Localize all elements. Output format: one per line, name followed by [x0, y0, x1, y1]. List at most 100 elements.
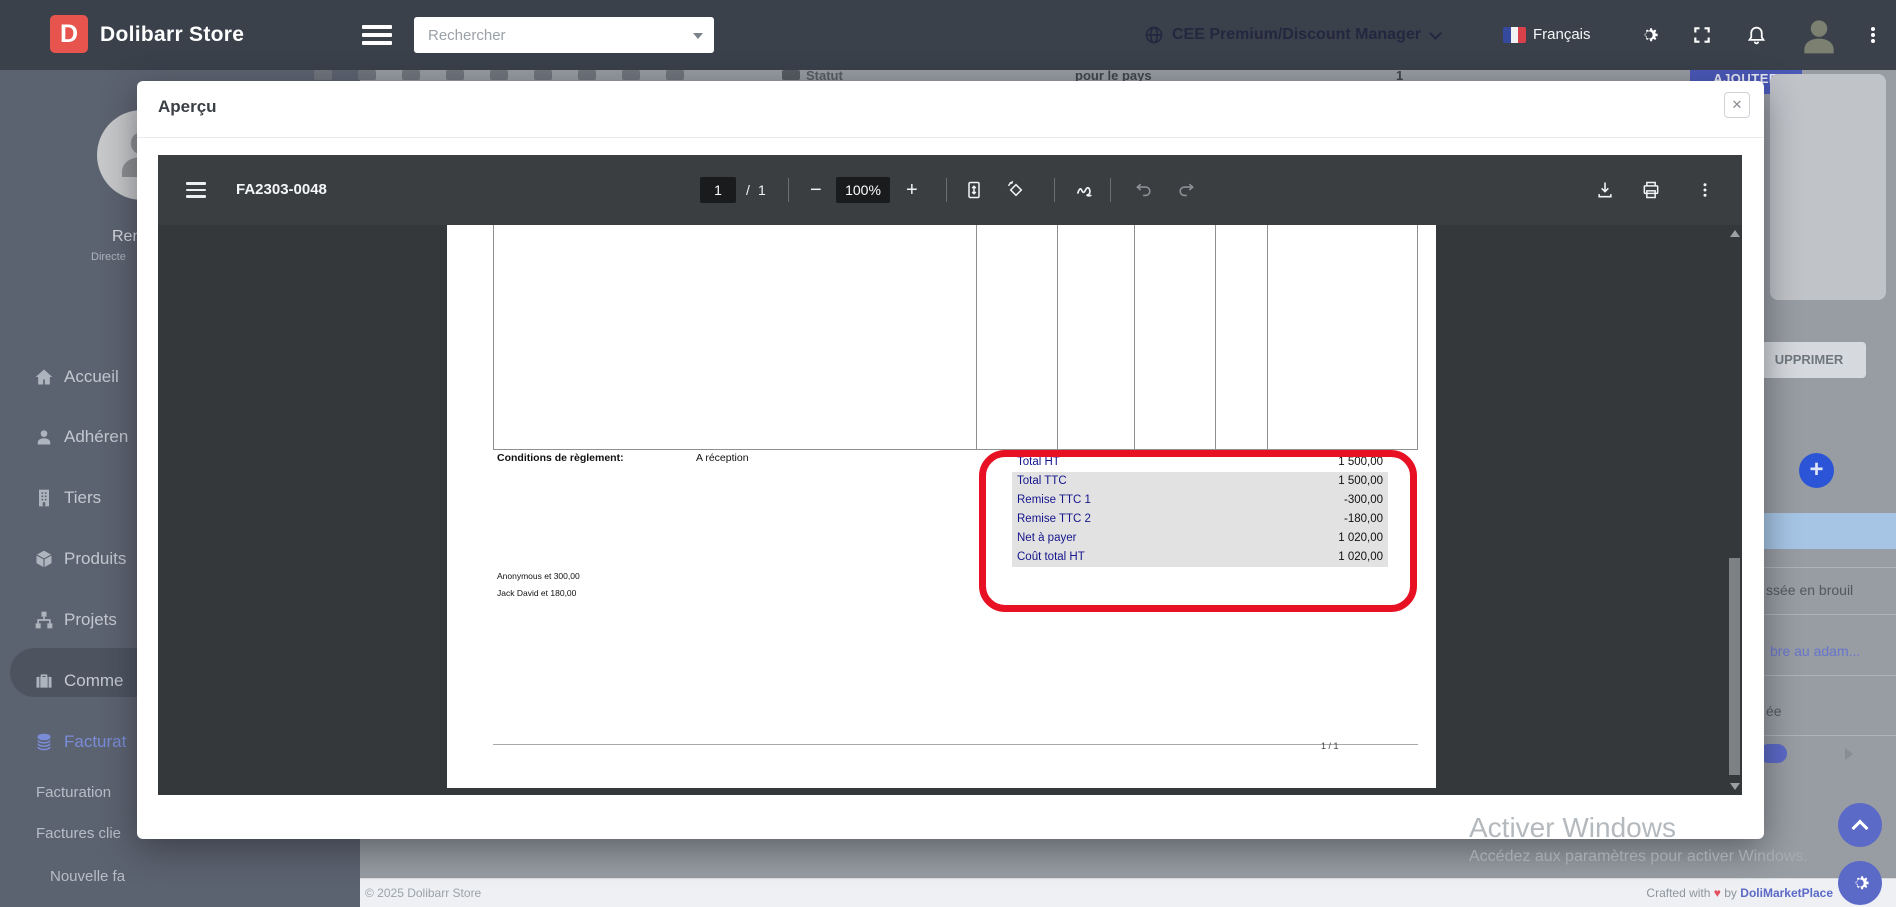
- ink-pen-icon: [1076, 186, 1092, 197]
- sidebar-item-label: Accueil: [64, 367, 119, 386]
- settings-fab-button[interactable]: [1838, 861, 1882, 905]
- menu-toggle-icon[interactable]: [362, 25, 392, 45]
- page-number-input[interactable]: 1: [700, 177, 736, 203]
- sidebar-item-label: Produits: [64, 549, 127, 568]
- table-line: [1134, 225, 1135, 449]
- settings-button[interactable]: [1638, 0, 1660, 70]
- person-icon: [1804, 20, 1834, 54]
- page-count: 1: [758, 182, 766, 198]
- sidebar-item-label: Projets: [64, 610, 117, 629]
- sidebar-item-label: Tiers: [64, 488, 102, 507]
- globe-icon: [1145, 26, 1163, 44]
- search-caret-icon[interactable]: [693, 33, 703, 39]
- selected-list-row[interactable]: [1764, 513, 1896, 549]
- search-input[interactable]: [414, 17, 714, 53]
- copyright-text: © 2025 Dolibarr Store: [365, 886, 482, 900]
- page-footer: © 2025 Dolibarr Store Crafted with ♥ by …: [360, 878, 1896, 907]
- toolbar-icon: [314, 70, 332, 80]
- apercu-modal: Aperçu ✕ FA2303-0048 1 / 1 − 100% + Cond…: [137, 81, 1764, 839]
- scroll-up-icon[interactable]: [1730, 230, 1740, 237]
- fullscreen-button[interactable]: [1692, 0, 1712, 70]
- activate-windows-subtitle: Accédez aux paramètres pour activer Wind…: [1469, 848, 1808, 865]
- payment-terms-value: A réception: [696, 452, 749, 464]
- pdf-overflow-menu-button[interactable]: [1696, 155, 1714, 225]
- coins-icon: [37, 733, 51, 751]
- table-line: [1267, 225, 1268, 449]
- crafted-by-text: Crafted with ♥ by DoliMarketPlace: [1646, 886, 1833, 900]
- toolbar-icon: [534, 70, 552, 80]
- toolbar-icon: [358, 70, 376, 80]
- pdf-sidebar-toggle[interactable]: [186, 182, 206, 202]
- scroll-to-top-button[interactable]: [1838, 803, 1882, 847]
- pdf-scrollbar[interactable]: [1727, 225, 1742, 795]
- undo-icon: [1136, 183, 1151, 197]
- module-switcher[interactable]: CEE Premium/Discount Manager: [1144, 0, 1442, 70]
- table-line: [1057, 225, 1058, 449]
- table-line: [493, 225, 494, 449]
- bell-icon: [1747, 26, 1766, 44]
- brand-title: Dolibarr Store: [100, 23, 245, 46]
- download-button[interactable]: [1595, 155, 1615, 225]
- top-navbar: D Dolibarr Store CEE Premium/Discount Ma…: [0, 0, 1896, 70]
- language-flag-icon[interactable]: [1503, 27, 1526, 43]
- modal-title: Aperçu: [158, 97, 217, 116]
- briefcase-icon: [36, 674, 52, 688]
- pdf-viewer: FA2303-0048 1 / 1 − 100% + Conditions de…: [158, 155, 1742, 795]
- user-role: Directe: [91, 251, 126, 263]
- overflow-menu-button[interactable]: [1871, 0, 1875, 70]
- list-item[interactable]: bre au adam...: [1770, 643, 1860, 659]
- chevron-down-icon: [1429, 26, 1442, 40]
- list-item[interactable]: ée: [1766, 703, 1782, 719]
- pdf-page-indicator: 1 / 1: [1321, 741, 1339, 751]
- annotate-button[interactable]: [1074, 155, 1096, 225]
- add-circle-button[interactable]: +: [1799, 453, 1834, 488]
- global-search: [414, 17, 714, 53]
- table-line: [1215, 225, 1216, 449]
- divider: [137, 137, 1764, 138]
- activate-windows-watermark: Activer Windows: [1469, 812, 1676, 843]
- heart-icon: ♥: [1713, 886, 1721, 900]
- pagination-next-icon[interactable]: [1845, 748, 1853, 760]
- zoom-out-button[interactable]: −: [810, 155, 822, 225]
- fit-page-icon: [968, 181, 980, 199]
- member-icon: [37, 430, 51, 445]
- redo-button[interactable]: [1176, 155, 1196, 225]
- supprimer-button[interactable]: UPPRIMER: [1752, 342, 1866, 378]
- zoom-level-input[interactable]: 100%: [836, 177, 890, 203]
- app-logo[interactable]: D: [50, 15, 88, 53]
- gear-icon: [1855, 876, 1869, 890]
- user-avatar[interactable]: [1797, 0, 1841, 70]
- toolbar-separator: [1054, 178, 1055, 202]
- dolimarketplace-link[interactable]: DoliMarketPlace: [1740, 886, 1833, 900]
- redo-icon: [1179, 183, 1194, 197]
- fit-to-page-button[interactable]: [964, 155, 984, 225]
- toolbar-icon: [446, 70, 464, 80]
- page-footer-line: [493, 744, 1418, 745]
- print-button[interactable]: [1641, 155, 1661, 225]
- sitemap-icon: [35, 611, 53, 629]
- gear-icon: [1644, 28, 1658, 42]
- row-divider: [1764, 567, 1896, 568]
- sidebar-subitem-nouvelle-facture[interactable]: Nouvelle fa: [0, 861, 360, 891]
- scrollbar-thumb[interactable]: [1729, 558, 1740, 775]
- home-icon: [35, 369, 53, 385]
- rotate-button[interactable]: [1006, 155, 1026, 225]
- zoom-in-button[interactable]: +: [906, 155, 918, 225]
- language-selector[interactable]: Français: [1533, 0, 1591, 70]
- invoice-page: Conditions de règlement: A réception Tot…: [447, 225, 1436, 788]
- undo-button[interactable]: [1134, 155, 1154, 225]
- scroll-down-icon[interactable]: [1730, 783, 1740, 790]
- toolbar-icon: [402, 70, 420, 80]
- discount-note: Jack David et 180,00: [497, 588, 577, 598]
- row-divider: [1764, 614, 1896, 615]
- notifications-button[interactable]: [1746, 0, 1767, 70]
- module-switcher-label: CEE Premium/Discount Manager: [1172, 26, 1421, 43]
- toolbar-separator: [946, 178, 947, 202]
- list-item[interactable]: ssée en brouil: [1766, 582, 1853, 598]
- background-panel: [1770, 74, 1886, 300]
- close-button[interactable]: ✕: [1724, 92, 1750, 118]
- toolbar-separator: [788, 178, 789, 202]
- box-icon: [36, 550, 52, 568]
- toolbar-icon: [666, 70, 684, 80]
- red-highlight-annotation: [979, 450, 1417, 612]
